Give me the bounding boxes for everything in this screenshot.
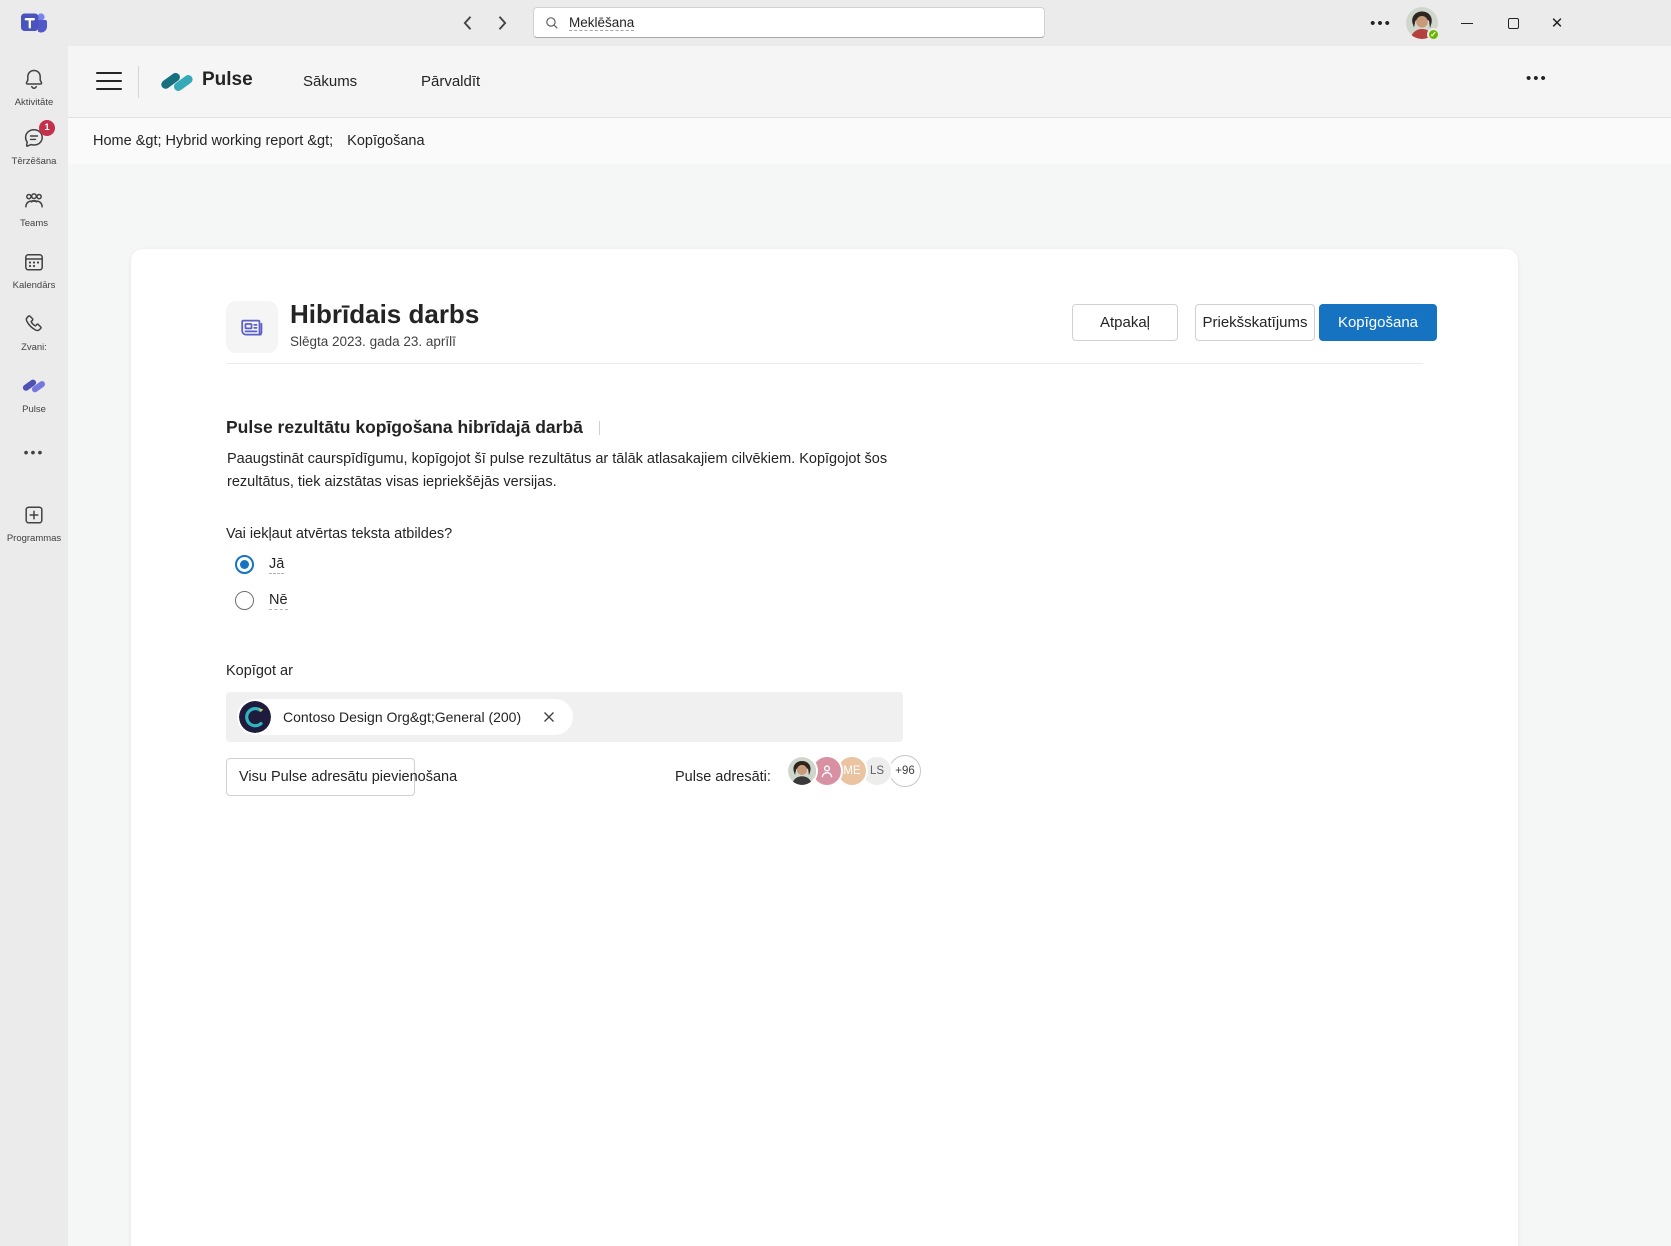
report-icon-tile (226, 301, 278, 353)
more-options-icon[interactable]: ••• (1526, 70, 1548, 87)
teams-logo (18, 7, 50, 39)
recipient-chip-label: Contoso Design Org&gt;General (200) (283, 709, 521, 725)
share-card: Hibrīdais darbs Slēgta 2023. gada 23. ap… (131, 249, 1518, 1246)
sidebar-item-label: Programmas (0, 533, 68, 544)
avatar-photo (786, 755, 818, 787)
back-button[interactable]: Atpakaļ (1072, 304, 1178, 341)
radio-option-yes[interactable]: Jā (235, 555, 284, 574)
sidebar-item-label: Teams (0, 218, 68, 229)
pulse-appbar: Pulse Sākums Pārvaldīt ••• (68, 46, 1671, 118)
divider (138, 66, 139, 98)
preview-button[interactable]: Priekšskatījums (1195, 304, 1315, 341)
sidebar-item-pulse[interactable]: Pulse (0, 374, 68, 415)
sidebar-item-more[interactable]: ••• (0, 444, 68, 462)
pulse-icon (22, 374, 46, 398)
open-text-question: Vai iekļaut atvērtas teksta atbildes? (226, 526, 452, 542)
user-avatar[interactable]: ✓ (1406, 7, 1438, 39)
content-area: Hibrīdais darbs Slēgta 2023. gada 23. ap… (68, 164, 1671, 1246)
apps-plus-icon (22, 503, 46, 527)
radio-label: Nē (269, 592, 288, 610)
radio-unselected-icon[interactable] (235, 591, 254, 610)
minimize-icon[interactable] (1452, 10, 1482, 36)
sidebar-item-label: Kalendārs (0, 280, 68, 291)
sidebar-item-apps[interactable]: Programmas (0, 503, 68, 544)
sidebar-item-calendar[interactable]: Kalendārs (0, 250, 68, 291)
share-button[interactable]: Kopīgošana (1319, 304, 1437, 341)
radio-label: Jā (269, 556, 284, 574)
pulse-app-logo (160, 65, 194, 99)
app-rail: Aktivitāte 1 Tērzēšana Teams (0, 46, 68, 1246)
radio-selected-icon[interactable] (235, 555, 254, 574)
tab-home[interactable]: Sākums (303, 73, 357, 90)
back-icon[interactable] (458, 13, 478, 33)
teams-window: Meklēšana ••• ✓ ✕ Aktivitāte (0, 0, 1671, 1246)
section-description: Paaugstināt caurspīdīgumu, kopīgojot šī … (227, 448, 933, 494)
page-subtitle: Slēgta 2023. gada 23. aprīlī (290, 334, 456, 349)
breadcrumb: Home &gt; Hybrid working report &gt; Kop… (68, 118, 1671, 164)
radio-option-no[interactable]: Nē (235, 591, 288, 610)
titlebar-more-icon[interactable]: ••• (1368, 12, 1394, 34)
breadcrumb-current: Kopīgošana (347, 133, 424, 149)
window-titlebar: Meklēšana ••• ✓ ✕ (0, 0, 1671, 46)
section-heading: Pulse rezultātu kopīgošana hibrīdajā dar… (226, 417, 600, 438)
chat-badge: 1 (39, 120, 55, 136)
maximize-icon[interactable] (1498, 10, 1528, 36)
search-icon (544, 15, 560, 31)
sidebar-item-label: Tērzēšana (0, 156, 68, 167)
tab-manage[interactable]: Pārvaldīt (421, 73, 480, 90)
report-newspaper-icon (238, 313, 266, 341)
search-value: Meklēšana (569, 15, 634, 31)
sidebar-item-label: Zvani: (0, 342, 68, 353)
sidebar-item-calls[interactable]: Zvani: (0, 312, 68, 353)
chip-close-icon[interactable] (541, 709, 557, 725)
breadcrumb-path[interactable]: Home &gt; Hybrid working report &gt; (93, 133, 333, 149)
page-title: Hibrīdais darbs (290, 299, 479, 330)
ellipsis-icon: ••• (24, 444, 45, 460)
search-input[interactable]: Meklēšana (533, 7, 1045, 38)
hamburger-menu-icon[interactable] (96, 70, 122, 92)
people-icon (22, 188, 46, 212)
recipients-label: Pulse adresāti: (675, 769, 771, 785)
contoso-logo-icon (239, 701, 271, 733)
divider (226, 363, 1423, 364)
close-icon[interactable]: ✕ (1542, 10, 1572, 36)
sidebar-item-activity[interactable]: Aktivitāte (0, 67, 68, 108)
bell-icon (22, 67, 46, 91)
cursor-tick (599, 421, 600, 435)
calendar-icon (22, 250, 46, 274)
share-with-label: Kopīgot ar (226, 663, 293, 679)
status-available-icon: ✓ (1427, 28, 1440, 41)
sidebar-item-label: Pulse (0, 404, 68, 415)
sidebar-item-teams[interactable]: Teams (0, 188, 68, 229)
recipient-chip[interactable]: Contoso Design Org&gt;General (200) (237, 699, 573, 735)
sidebar-item-label: Aktivitāte (0, 97, 68, 108)
recipients-input[interactable]: Contoso Design Org&gt;General (200) (226, 692, 903, 742)
phone-icon (22, 312, 46, 336)
forward-icon[interactable] (492, 13, 512, 33)
avatar-overflow-count[interactable]: +96 (889, 755, 921, 787)
main-area: Pulse Sākums Pārvaldīt ••• Home &gt; Hyb… (68, 46, 1671, 1246)
recipients-avatar-stack[interactable]: ME LS +96 (786, 755, 921, 787)
app-title: Pulse (202, 69, 253, 91)
sidebar-item-chat[interactable]: 1 Tērzēšana (0, 126, 68, 167)
add-all-recipients-button[interactable]: Visu Pulse adresātu pievienošana (226, 758, 415, 796)
